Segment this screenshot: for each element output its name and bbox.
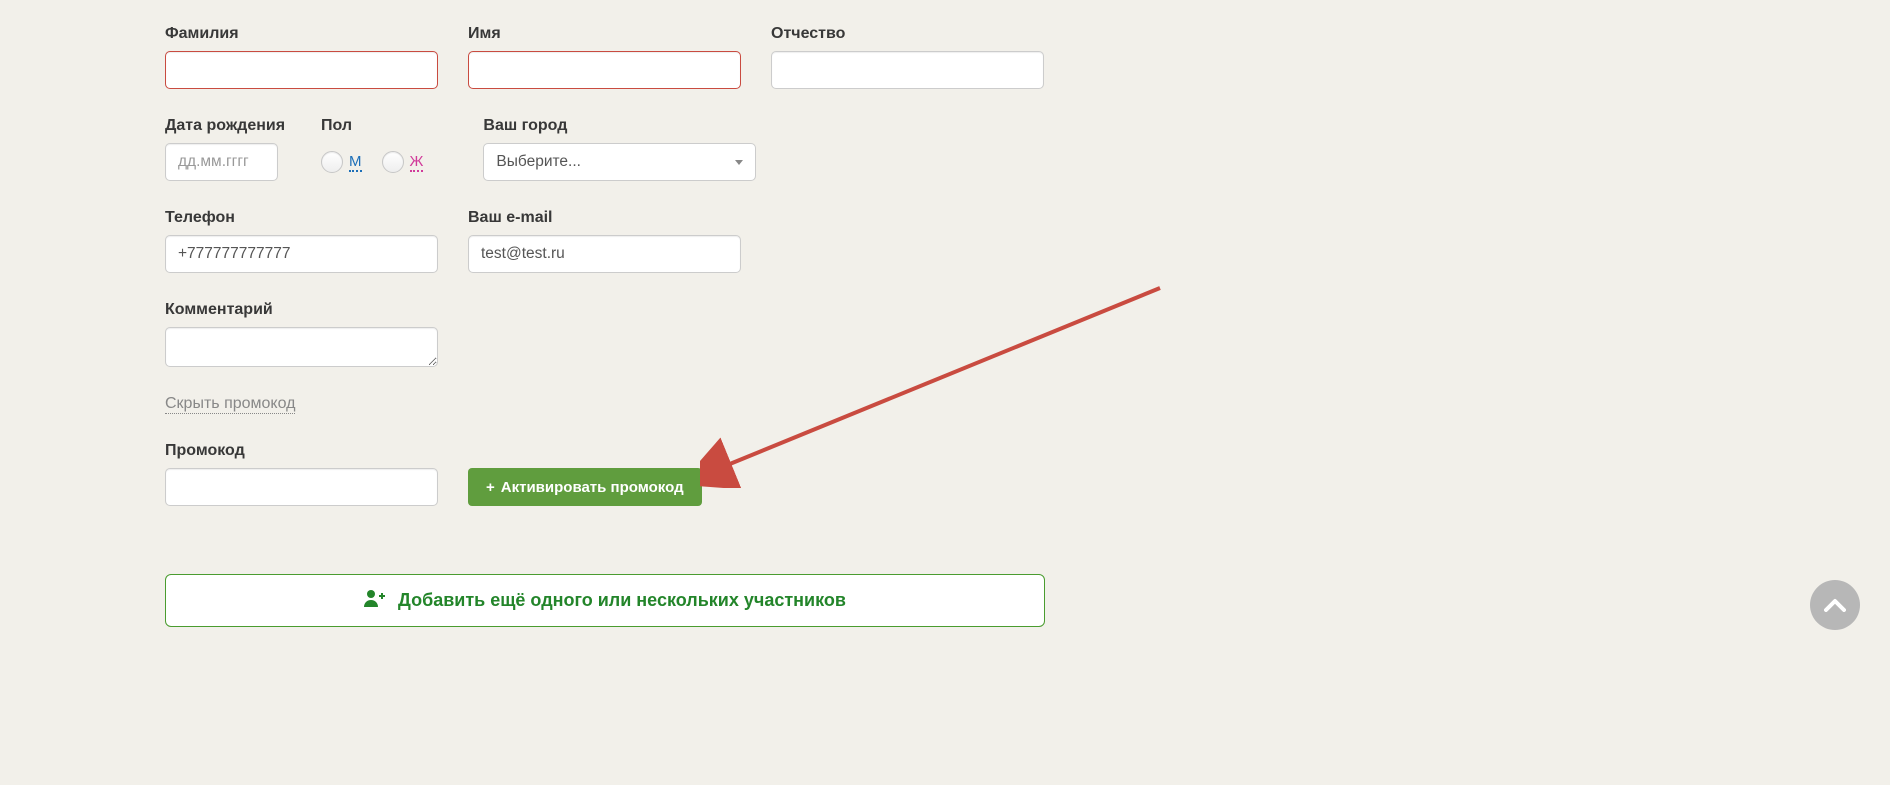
activate-promo-button[interactable]: + Активировать промокод: [468, 468, 702, 506]
plus-icon: +: [486, 479, 495, 496]
firstname-input[interactable]: [468, 51, 741, 89]
chevron-down-icon: [735, 160, 743, 165]
user-plus-icon: [364, 589, 386, 612]
phone-input[interactable]: [165, 235, 438, 273]
add-participant-button[interactable]: Добавить ещё одного или нескольких участ…: [165, 574, 1045, 627]
patronymic-label: Отчество: [771, 25, 1044, 43]
activate-promo-label: Активировать промокод: [501, 479, 684, 496]
gender-male-label[interactable]: М: [349, 153, 362, 172]
email-label: Ваш e-mail: [468, 209, 741, 227]
promo-toggle-link[interactable]: Скрыть промокод: [165, 395, 295, 414]
scroll-to-top-button[interactable]: [1810, 580, 1860, 630]
gender-label: Пол: [321, 117, 423, 135]
promo-label: Промокод: [165, 442, 438, 460]
gender-radio-male[interactable]: [321, 151, 343, 173]
add-participant-label: Добавить ещё одного или нескольких участ…: [398, 590, 846, 611]
birthdate-label: Дата рождения: [165, 117, 285, 135]
birthdate-input[interactable]: [165, 143, 278, 181]
city-label: Ваш город: [483, 117, 756, 135]
lastname-input[interactable]: [165, 51, 438, 89]
comment-label: Комментарий: [165, 301, 438, 319]
promo-input[interactable]: [165, 468, 438, 506]
email-input[interactable]: [468, 235, 741, 273]
chevron-up-icon: [1824, 598, 1846, 612]
firstname-label: Имя: [468, 25, 741, 43]
gender-female-label[interactable]: Ж: [410, 153, 424, 172]
comment-textarea[interactable]: [165, 327, 438, 367]
city-select[interactable]: Выберите...: [483, 143, 756, 181]
lastname-label: Фамилия: [165, 25, 438, 43]
city-select-value: Выберите...: [496, 153, 581, 171]
gender-radio-female[interactable]: [382, 151, 404, 173]
phone-label: Телефон: [165, 209, 438, 227]
patronymic-input[interactable]: [771, 51, 1044, 89]
